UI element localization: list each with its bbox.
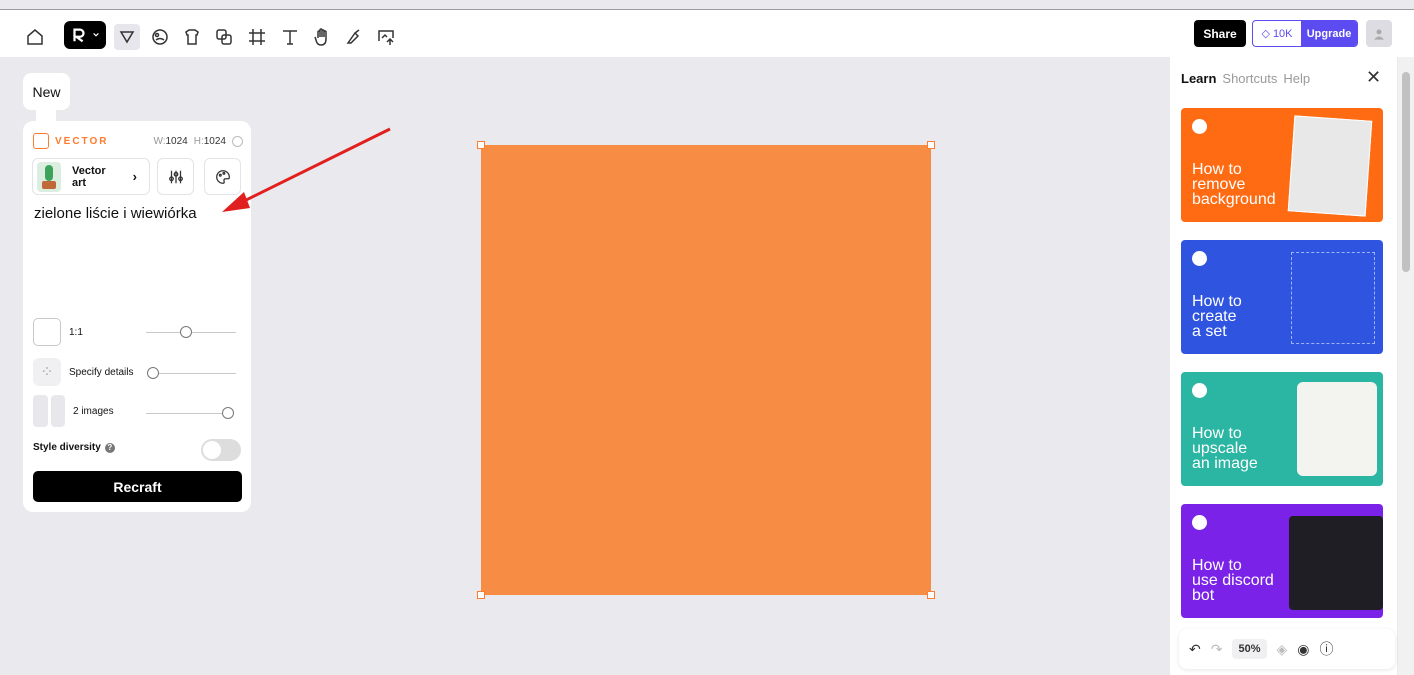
new-tab[interactable]: New (23, 73, 70, 110)
close-icon[interactable]: ✕ (1366, 67, 1381, 88)
recraft-button[interactable]: Recraft (33, 471, 242, 502)
diamond-icon: ◇ (1261, 28, 1270, 40)
images-icon (33, 395, 65, 427)
zoom-level[interactable]: 50% (1232, 639, 1267, 659)
resize-handle-top-right[interactable] (927, 141, 935, 149)
details-label: Specify details (69, 366, 134, 378)
resize-handle-bottom-right[interactable] (927, 591, 935, 599)
parrot-image (1297, 382, 1377, 476)
aspect-ratio-label: 1:1 (69, 326, 83, 338)
credits-upgrade-button[interactable]: ◇ 10K Upgrade (1252, 20, 1358, 47)
card-title: How to use discord bot (1192, 557, 1274, 604)
tutorial-card-discord[interactable]: How to use discord bot (1181, 504, 1383, 618)
style-thumbnail (37, 161, 61, 192)
settings-sliders-button[interactable] (157, 158, 194, 195)
layers-icon[interactable]: ◈ (1277, 641, 1288, 658)
learn-panel: Learn Shortcuts Help ✕ How to remove bac… (1170, 57, 1397, 675)
model-label: VECTOR (55, 135, 109, 147)
redo-icon[interactable]: ↷ (1211, 641, 1223, 658)
images-count-row[interactable]: 2 images (33, 395, 243, 427)
scrollbar-thumb[interactable] (1402, 72, 1410, 272)
images-label: 2 images (73, 405, 114, 417)
details-slider[interactable] (153, 373, 236, 374)
undo-icon[interactable]: ↶ (1189, 641, 1201, 658)
avatar[interactable] (1366, 20, 1392, 47)
discord-screenshot-image (1289, 516, 1383, 610)
tutorial-card-remove-background[interactable]: How to remove background (1181, 108, 1383, 222)
eye-icon[interactable]: ◉ (1297, 641, 1309, 658)
tab-connector (36, 106, 56, 122)
help-circle-icon[interactable]: ⓘ (1320, 639, 1334, 659)
home-icon[interactable] (22, 24, 48, 50)
recraft-logo-icon (1192, 515, 1207, 530)
tutorial-card-upscale[interactable]: How to upscale an image (1181, 372, 1383, 486)
upgrade-label: Upgrade (1301, 21, 1357, 46)
text-tool-icon[interactable] (277, 24, 303, 50)
vector-icon (33, 133, 49, 149)
style-name: Vector art (72, 164, 106, 189)
frame-tool-icon[interactable] (244, 24, 270, 50)
resize-handle-top-left[interactable] (477, 141, 485, 149)
pen-tool-icon[interactable] (341, 24, 367, 50)
chevron-down-icon (93, 32, 99, 37)
sliders-icon (168, 170, 183, 183)
details-icon: ⁘ (33, 358, 61, 386)
diversity-label: Style diversity (33, 442, 101, 453)
share-button[interactable]: Share (1194, 20, 1246, 47)
hand-tool-icon[interactable] (309, 24, 335, 50)
tab-help[interactable]: Help (1283, 71, 1310, 86)
help-icon[interactable]: ? (104, 442, 115, 453)
credits-count: ◇ 10K (1261, 27, 1293, 41)
card-title: How to create a set (1192, 293, 1242, 340)
resize-handle-bottom-left[interactable] (477, 591, 485, 599)
recraft-logo-icon (1192, 119, 1207, 134)
style-diversity-row: Style diversity ? (33, 442, 115, 453)
aspect-ratio-icon (33, 318, 61, 346)
learn-tabs: Learn Shortcuts Help (1181, 71, 1310, 86)
images-knob[interactable] (222, 407, 234, 419)
recraft-logo-icon (1192, 383, 1207, 398)
style-selector-button[interactable]: Vector art › (32, 158, 150, 195)
tutorial-card-create-set[interactable]: How to create a set (1181, 240, 1383, 354)
card-title: How to remove background (1192, 161, 1276, 208)
select-tool-icon[interactable] (114, 24, 140, 50)
upload-image-icon[interactable] (373, 24, 399, 50)
card-title: How to upscale an image (1192, 425, 1258, 472)
tab-shortcuts[interactable]: Shortcuts (1222, 71, 1277, 86)
tab-learn[interactable]: Learn (1181, 71, 1216, 86)
plant-set-image (1291, 252, 1375, 344)
user-icon (1374, 28, 1384, 40)
copy-style-icon[interactable] (211, 24, 237, 50)
mockup-icon[interactable] (179, 24, 205, 50)
style-diversity-toggle[interactable] (201, 439, 241, 461)
prompt-text[interactable]: zielone liście i wiewiórka (34, 205, 197, 222)
details-row[interactable]: ⁘ Specify details (33, 358, 243, 386)
image-gen-icon[interactable] (147, 24, 173, 50)
model-menu-button[interactable] (64, 21, 106, 49)
details-knob[interactable] (147, 367, 159, 379)
aspect-ratio-knob[interactable] (180, 326, 192, 338)
bottom-toolbar: ↶ ↷ 50% ◈ ◉ ⓘ (1179, 629, 1395, 669)
recraft-logo-icon (1192, 251, 1207, 266)
chevron-right-icon: › (132, 169, 137, 184)
annotation-arrow (222, 127, 391, 212)
canvas-artboard[interactable] (481, 145, 931, 595)
dog-image (1287, 115, 1373, 217)
images-slider[interactable] (146, 413, 226, 414)
